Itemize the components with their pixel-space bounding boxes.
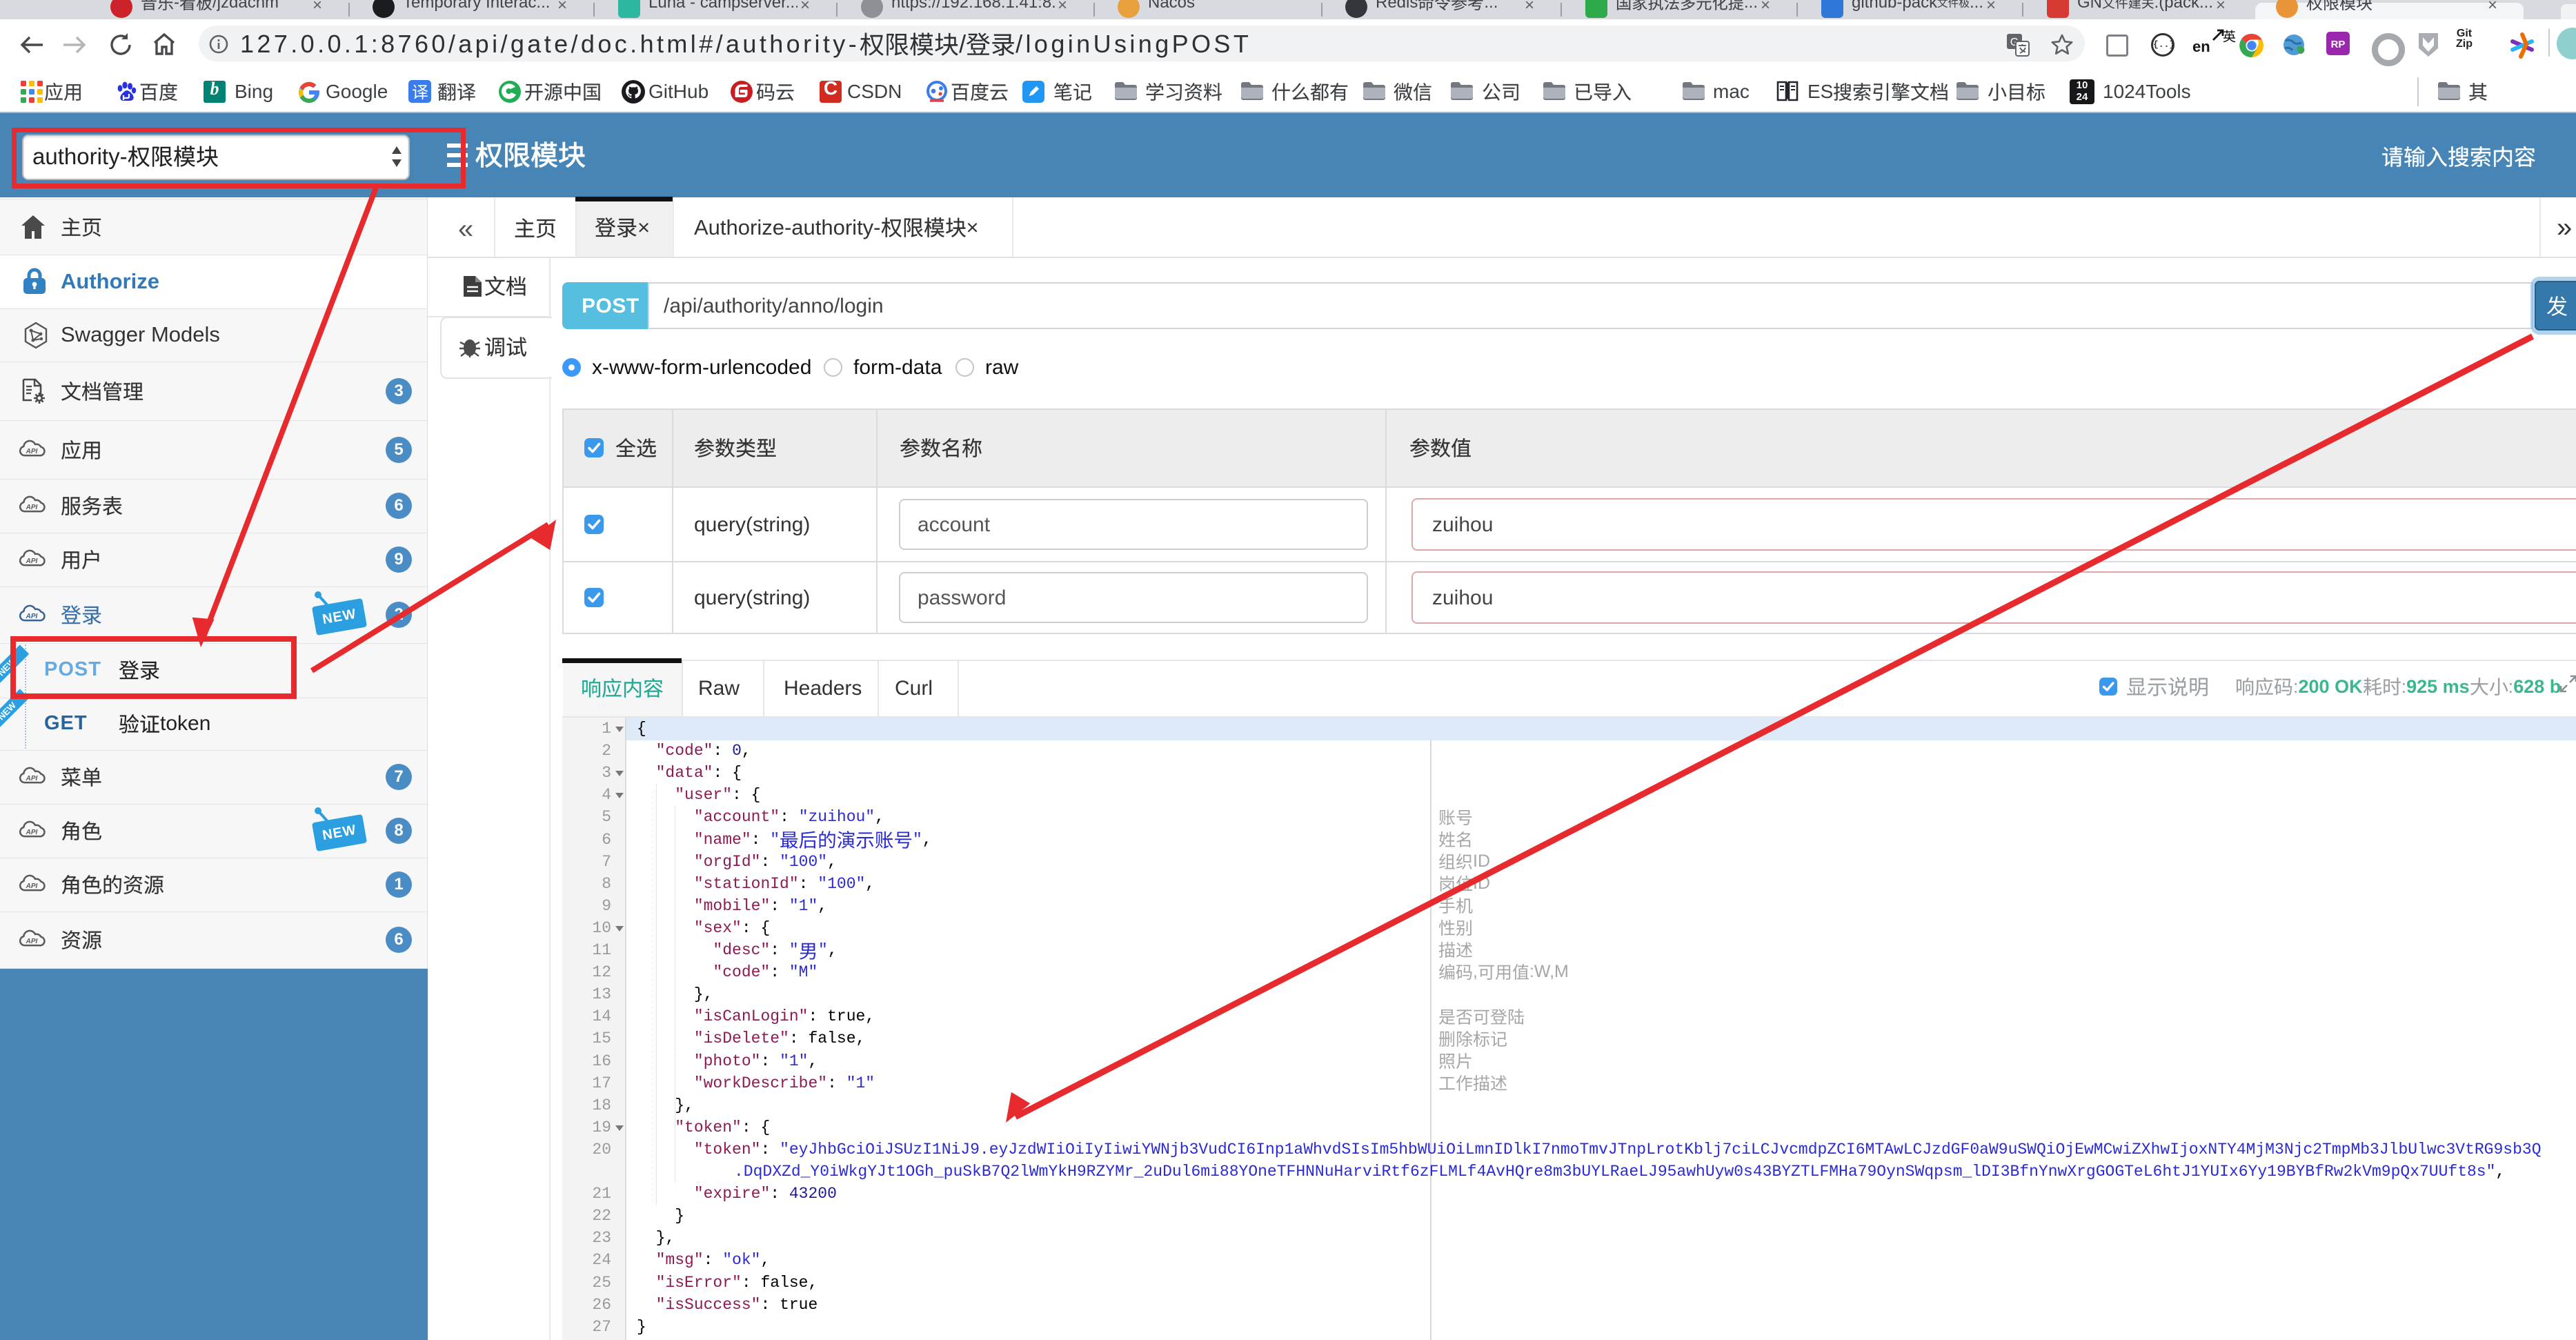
svg-text:API: API <box>26 938 38 945</box>
svg-text:API: API <box>26 558 38 565</box>
svg-text:API: API <box>26 829 38 836</box>
svg-text:API: API <box>26 504 38 511</box>
svg-text:API: API <box>26 883 38 890</box>
svg-text:API: API <box>26 613 38 620</box>
svg-text:API: API <box>26 447 38 455</box>
svg-text:API: API <box>26 775 38 782</box>
